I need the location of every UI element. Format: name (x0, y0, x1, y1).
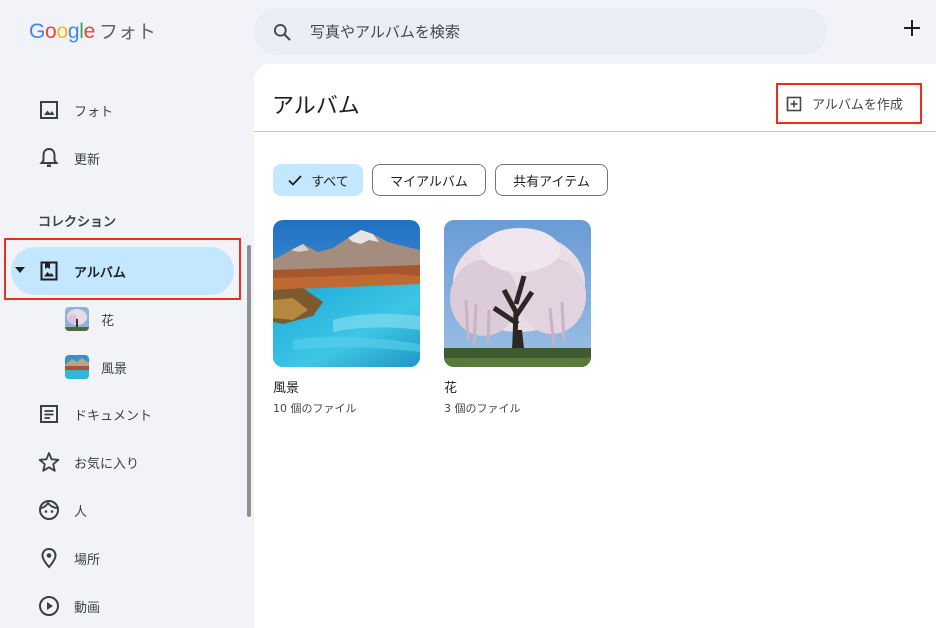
caret-down-icon[interactable] (15, 267, 25, 275)
album-thumbnail (65, 355, 89, 379)
album-title: 風景 (273, 381, 300, 396)
chip-label: すべて (311, 174, 349, 190)
sidebar-item-places[interactable]: 場所 (0, 534, 240, 582)
sidebar-item-label: フォト (74, 104, 114, 120)
sidebar-item-label: 更新 (74, 152, 101, 168)
album-card-landscape[interactable]: 風景 10 個のファイル (273, 220, 420, 416)
album-icon (38, 260, 60, 282)
star-icon (38, 451, 60, 473)
sidebar-item-people[interactable]: 人 (0, 486, 240, 534)
sidebar-album-label: 風景 (101, 361, 128, 377)
album-thumbnail (65, 307, 89, 331)
face-icon (38, 499, 60, 521)
sidebar-item-label: 人 (74, 504, 88, 520)
add-icon[interactable] (902, 18, 922, 38)
filter-chip-all[interactable]: すべて (273, 164, 363, 196)
chip-label: 共有アイテム (513, 174, 590, 190)
check-icon (288, 175, 302, 186)
app-name: フォト (98, 21, 156, 43)
sidebar-album-landscape[interactable]: 風景 (65, 353, 127, 381)
album-file-count: 10 個のファイル (273, 402, 357, 415)
page-title: アルバム (272, 94, 360, 119)
album-card-flowers[interactable]: 花 3 個のファイル (444, 220, 591, 416)
sidebar-item-favorites[interactable]: お気に入り (0, 438, 240, 486)
document-icon (38, 403, 60, 425)
album-cover[interactable] (273, 220, 420, 367)
sidebar-item-label: お気に入り (74, 456, 140, 472)
sidebar-album-flowers[interactable]: 花 (65, 305, 114, 333)
highlight-box-create-album (776, 83, 922, 124)
sidebar-item-videos[interactable]: 動画 (0, 582, 240, 628)
sidebar-item-albums[interactable]: アルバム (0, 247, 234, 295)
album-title: 花 (444, 381, 458, 396)
sidebar-scrollbar[interactable] (247, 245, 251, 517)
main-panel: アルバム アルバムを作成 すべて マイアルバム 共有アイテム 風景 10 個のフ… (254, 64, 936, 628)
search-placeholder: 写真やアルバムを検索 (310, 23, 460, 41)
sidebar-item-label: ドキュメント (74, 408, 153, 424)
bell-icon (38, 147, 60, 169)
album-file-count: 3 個のファイル (444, 402, 521, 415)
sidebar-album-label: 花 (101, 313, 115, 329)
google-photos-logo[interactable]: Google フォト (29, 17, 156, 44)
filter-chip-shared[interactable]: 共有アイテム (495, 164, 608, 196)
header-divider (254, 131, 936, 132)
sidebar-item-photos[interactable]: フォト (0, 86, 240, 134)
chip-label: マイアルバム (390, 174, 468, 190)
search-icon (274, 23, 291, 40)
sidebar-item-label: 場所 (74, 552, 101, 568)
play-icon (38, 595, 60, 617)
filter-chip-my-albums[interactable]: マイアルバム (372, 164, 486, 196)
google-wordmark: Google (29, 20, 95, 43)
collection-heading: コレクション (38, 215, 117, 230)
sidebar-item-label: アルバム (74, 265, 126, 281)
photo-icon (38, 99, 60, 121)
album-cover[interactable] (444, 220, 591, 367)
search-bar[interactable]: 写真やアルバムを検索 (254, 8, 827, 55)
sidebar-item-updates[interactable]: 更新 (0, 134, 240, 182)
sidebar-item-label: 動画 (74, 600, 101, 616)
sidebar-item-documents[interactable]: ドキュメント (0, 390, 240, 438)
location-icon (38, 547, 60, 569)
